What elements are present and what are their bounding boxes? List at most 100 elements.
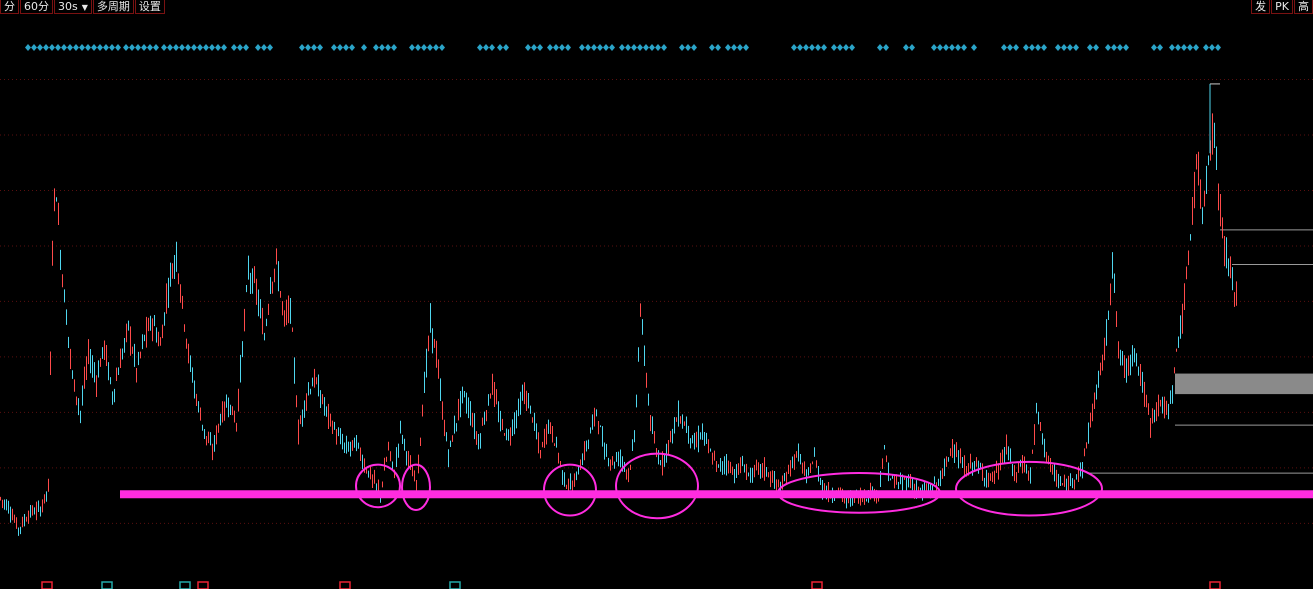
signal-marker-diamond [579,44,585,51]
signal-marker-diamond [231,44,237,51]
signal-marker-diamond [483,44,489,51]
signal-marker-diamond [49,44,55,51]
signal-marker-diamond [1151,44,1157,51]
signal-marker-diamond [61,44,67,51]
signal-marker-diamond [955,44,961,51]
signal-marker-diamond [649,44,655,51]
signal-marker-diamond [243,44,249,51]
signal-marker-diamond [1007,44,1013,51]
signal-marker-diamond [267,44,273,51]
signal-marker-diamond [1061,44,1067,51]
signal-marker-diamond [317,44,323,51]
signal-marker-diamond [221,44,227,51]
candle-series [0,83,1237,536]
signal-marker-diamond [343,44,349,51]
signal-marker-diamond [489,44,495,51]
signal-marker-diamond [427,44,433,51]
signal-marker-diamond [655,44,661,51]
signal-marker-diamond [1013,44,1019,51]
signal-marker-diamond [821,44,827,51]
signal-marker-diamond [409,44,415,51]
signal-marker-diamond [637,44,643,51]
signal-marker-diamond [391,44,397,51]
signal-marker-diamond [415,44,421,51]
signal-marker-diamond [609,44,615,51]
signal-marker-diamond [477,44,483,51]
signal-marker-diamond [679,44,685,51]
signal-marker-diamond [1117,44,1123,51]
signal-marker-diamond [1055,44,1061,51]
signal-marker-diamond [931,44,937,51]
signal-marker-diamond [439,44,445,51]
signal-marker-diamond [503,44,509,51]
event-icon [339,581,351,589]
signal-marker-diamond [179,44,185,51]
support-line [120,490,1313,499]
signal-marker-diamond [815,44,821,51]
signal-marker-diamond [559,44,565,51]
signal-marker-diamond [1169,44,1175,51]
signal-marker-diamond [385,44,391,51]
signal-marker-diamond [255,44,261,51]
signal-marker-diamond [565,44,571,51]
signal-marker-diamond [525,44,531,51]
signal-marker-diamond [949,44,955,51]
signal-marker-diamond [311,44,317,51]
signal-marker-diamond [103,44,109,51]
event-icon [811,581,823,589]
signal-marker-diamond [731,44,737,51]
signal-marker-diamond [1035,44,1041,51]
candlestick-chart[interactable] [0,0,1313,589]
signal-marker-diamond [831,44,837,51]
signal-marker-diamond [1073,44,1079,51]
resistance-band-shaded [1175,373,1313,395]
signal-marker-diamond [153,44,159,51]
signal-marker-diamond [209,44,215,51]
signal-marker-diamond [161,44,167,51]
signal-marker-diamond [809,44,815,51]
signal-marker-diamond [1093,44,1099,51]
signal-marker-diamond [625,44,631,51]
signal-marker-diamond [37,44,43,51]
signal-marker-diamond [903,44,909,51]
signal-marker-diamond [553,44,559,51]
signal-marker-diamond [1087,44,1093,51]
event-icon [197,581,209,589]
signal-marker-diamond [55,44,61,51]
signal-marker-diamond [1111,44,1117,51]
signal-marker-diamond [43,44,49,51]
signal-marker-diamond [1157,44,1163,51]
signal-marker-diamond [643,44,649,51]
signal-marker-diamond [1203,44,1209,51]
signal-marker-diamond [1215,44,1221,51]
signal-marker-diamond [883,44,889,51]
signal-marker-diamond [331,44,337,51]
signal-marker-diamond [591,44,597,51]
signal-marker-diamond [1123,44,1129,51]
signal-marker-diamond [791,44,797,51]
signal-marker-diamond [109,44,115,51]
signal-marker-diamond [961,44,967,51]
signal-marker-diamond [537,44,543,51]
signal-marker-diamond [603,44,609,51]
signal-marker-diamond [261,44,267,51]
signal-marker-diamond [147,44,153,51]
signal-marker-diamond [597,44,603,51]
signal-marker-diamond [141,44,147,51]
signal-marker-diamond [1023,44,1029,51]
signal-marker-diamond [631,44,637,51]
signal-marker-diamond [361,44,367,51]
signal-marker-diamond [1187,44,1193,51]
signal-marker-diamond [373,44,379,51]
signal-marker-diamond [797,44,803,51]
event-icon [1209,581,1221,589]
signal-marker-diamond [1067,44,1073,51]
signal-marker-diamond [123,44,129,51]
signal-marker-diamond [173,44,179,51]
signal-marker-diamond [25,44,31,51]
signal-marker-diamond [497,44,503,51]
signal-marker-diamond [191,44,197,51]
bottom-event-icons [41,581,1221,589]
signal-marker-diamond [943,44,949,51]
highlight-ellipse [615,452,699,520]
